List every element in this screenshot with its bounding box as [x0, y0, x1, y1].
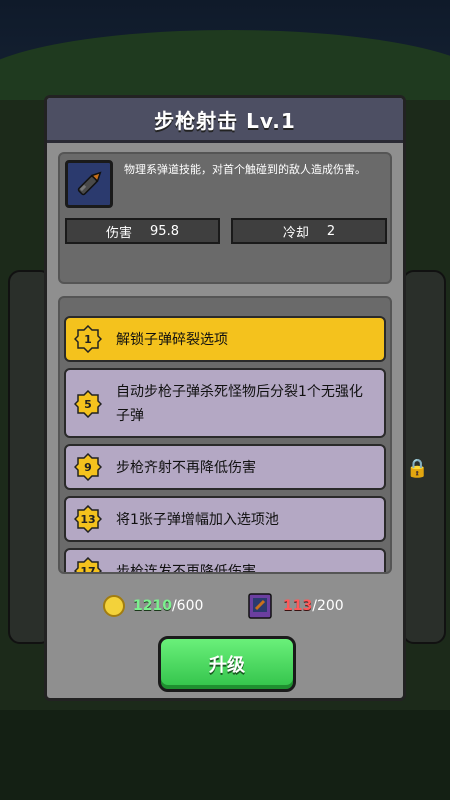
cooldown-label: 冷却: [282, 225, 309, 241]
coin-current: 1210: [133, 598, 172, 614]
upgrade-text: 解锁子弹碎裂选项: [116, 332, 228, 348]
upgrade-button-label: 升级: [209, 655, 245, 676]
damage-stat: 伤害 95.8: [65, 218, 220, 244]
skill-book-icon: [248, 593, 272, 619]
damage-value: 95.8: [150, 223, 179, 239]
book-current: 113: [283, 598, 313, 614]
level-badge-icon: 5: [73, 389, 103, 419]
upgrade-item-17[interactable]: 17 步枪连发不再降低伤害: [64, 548, 386, 574]
lock-icon: 🔒: [406, 458, 429, 479]
upgrade-text: 步枪齐射不再降低伤害: [116, 460, 256, 476]
lower-ground: [0, 710, 450, 800]
background-slot-right: [402, 270, 446, 644]
upgrade-list[interactable]: 1 解锁子弹碎裂选项 5 自动步枪子弹杀死怪物后分裂1个无强化子弹 9 步枪齐射…: [58, 296, 392, 574]
level-badge-icon: 1: [73, 324, 103, 354]
resource-bar: 1210/600 113/200: [47, 590, 403, 622]
upgrade-item-1[interactable]: 1 解锁子弹碎裂选项: [64, 316, 386, 362]
level-number: 13: [80, 512, 96, 526]
bullet-graphic: [69, 164, 109, 204]
cooldown-stat: 冷却 2: [231, 218, 387, 244]
rifle-bullet-icon: [65, 160, 113, 208]
upgrade-button[interactable]: 升级: [158, 636, 296, 692]
upgrade-text: 自动步枪子弹杀死怪物后分裂1个无强化子弹: [116, 384, 363, 424]
book-count: 113/200: [283, 598, 344, 614]
skill-upgrade-modal: 步枪射击 Lv.1 物理系弹道技能，对首个触碰到的敌人造成伤害。 伤害 95.8…: [44, 95, 406, 701]
level-number: 5: [84, 397, 92, 411]
modal-header: 步枪射击 Lv.1: [47, 98, 403, 143]
level-number: 9: [84, 460, 92, 474]
level-badge-icon: 17: [73, 556, 103, 574]
level-badge-icon: 9: [73, 452, 103, 482]
modal-title: 步枪射击 Lv.1: [154, 108, 296, 133]
upgrade-text: 将1张子弹增幅加入选项池: [116, 512, 279, 528]
book-max: /200: [312, 598, 344, 614]
upgrade-item-5[interactable]: 5 自动步枪子弹杀死怪物后分裂1个无强化子弹: [64, 368, 386, 438]
coin-count: 1210/600: [133, 598, 203, 614]
skill-description: 物理系弹道技能，对首个触碰到的敌人造成伤害。: [124, 163, 366, 176]
upgrade-item-13[interactable]: 13 将1张子弹增幅加入选项池: [64, 496, 386, 542]
level-number: 1: [84, 332, 92, 346]
upgrade-text: 步枪连发不再降低伤害: [116, 564, 256, 574]
coin-max: /600: [171, 598, 204, 614]
level-badge-icon: 13: [73, 504, 103, 534]
cooldown-value: 2: [326, 223, 336, 239]
level-number: 17: [80, 564, 96, 574]
coin-icon: [103, 595, 125, 617]
damage-label: 伤害: [106, 225, 133, 241]
upgrade-item-9[interactable]: 9 步枪齐射不再降低伤害: [64, 444, 386, 490]
skill-info-panel: 物理系弹道技能，对首个触碰到的敌人造成伤害。 伤害 95.8 冷却 2: [58, 152, 392, 284]
